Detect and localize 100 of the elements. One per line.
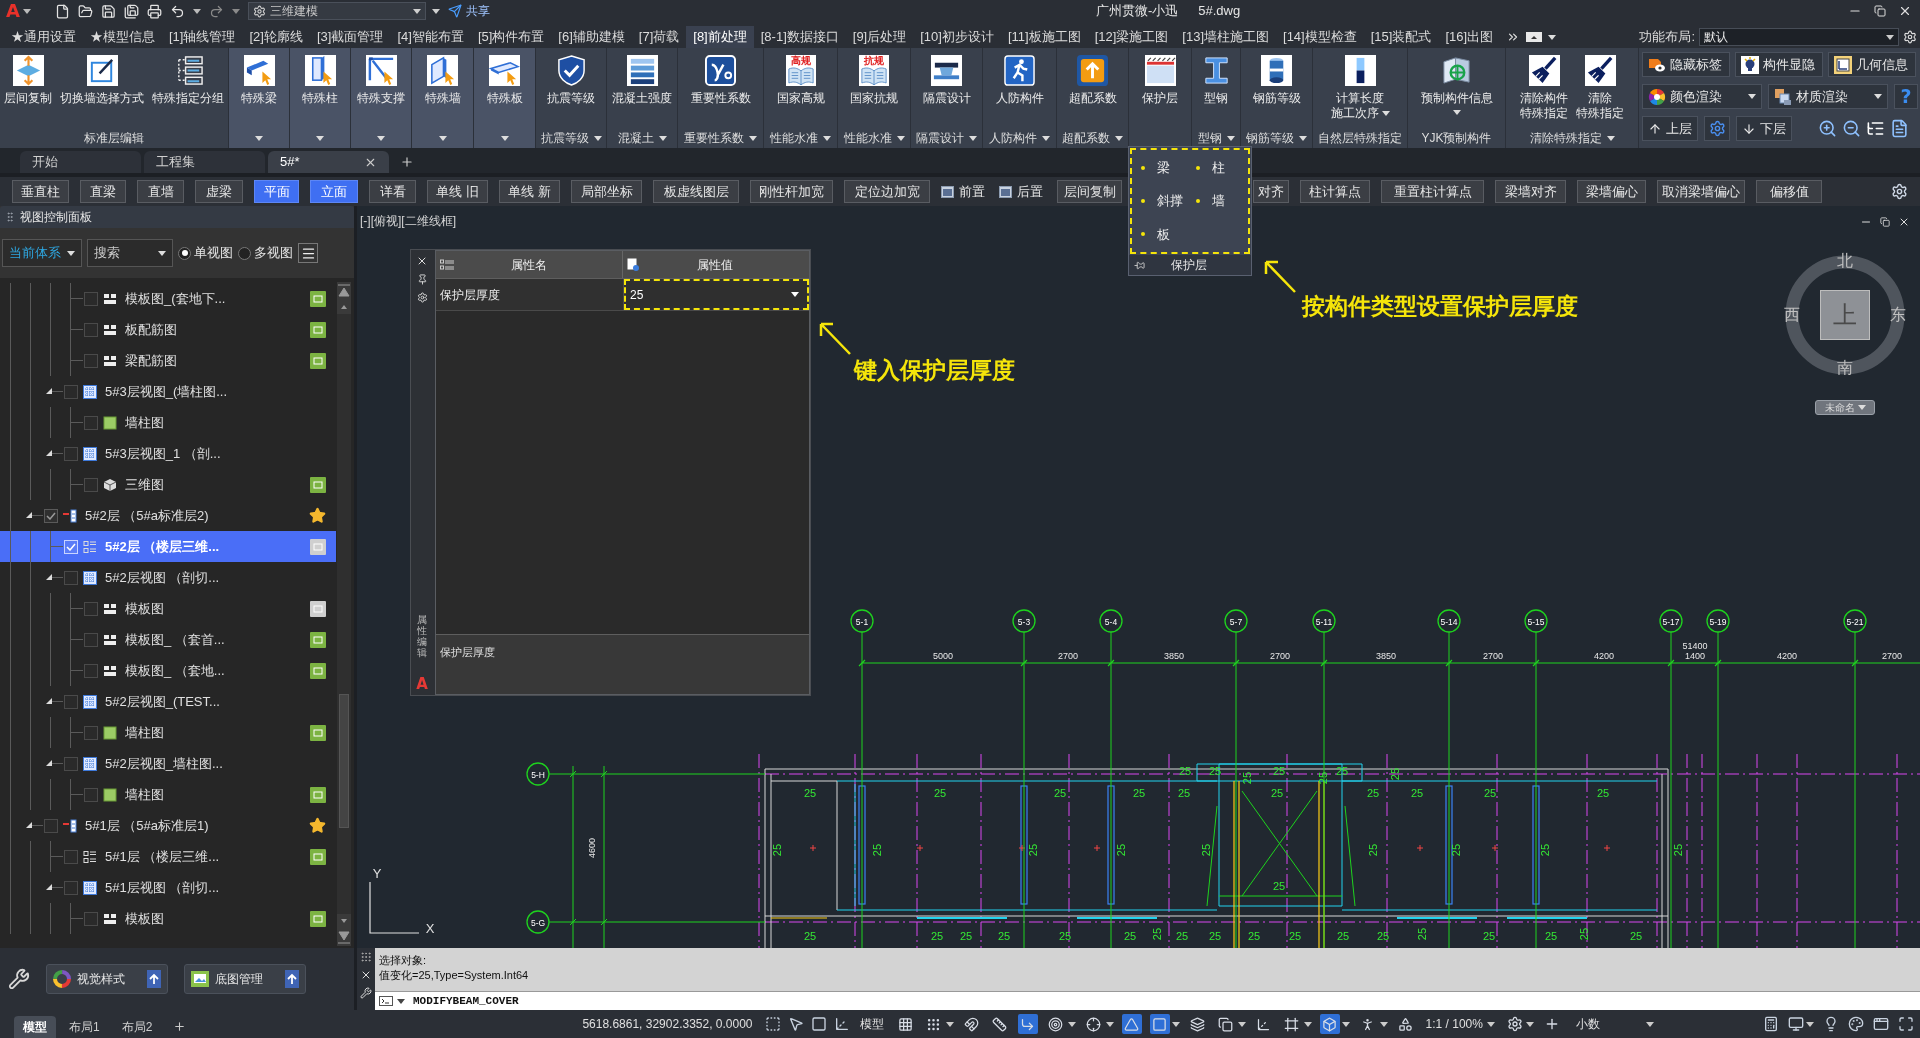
monitor-icon[interactable] bbox=[1788, 1016, 1804, 1032]
group-menu-button[interactable]: 隔震设计 bbox=[916, 129, 977, 147]
toolbar-button[interactable]: 重置柱计算点 bbox=[1381, 180, 1484, 203]
layout-dropdown[interactable]: 默认 bbox=[1699, 28, 1899, 46]
ribbon-button[interactable]: 超配系数 bbox=[1068, 55, 1117, 106]
tree-list-icon[interactable] bbox=[1866, 119, 1885, 138]
ribbon-button[interactable]: 重要性系数 bbox=[690, 55, 751, 106]
tree-item[interactable]: 5#3层视图_(墙柱图... bbox=[0, 376, 336, 407]
compass-label[interactable]: 北 bbox=[1837, 252, 1853, 270]
ribbon-button[interactable]: 隔震设计 bbox=[922, 55, 971, 106]
checkbox[interactable] bbox=[84, 725, 98, 740]
toolbar-button[interactable]: 偏移值 bbox=[1756, 180, 1822, 203]
wrench-icon[interactable] bbox=[360, 987, 372, 999]
compass-label[interactable]: 西 bbox=[1784, 306, 1800, 324]
checkbox[interactable] bbox=[64, 570, 78, 585]
undo-icon[interactable] bbox=[169, 3, 185, 19]
tree-item[interactable]: 5#1层视图 （剖切... bbox=[0, 872, 336, 903]
palette-icon[interactable] bbox=[1848, 1016, 1864, 1032]
tree-item[interactable]: 5#2层视图 （剖切... bbox=[0, 562, 336, 593]
menu-tab[interactable]: [8]前处理 bbox=[686, 26, 754, 48]
save-icon[interactable] bbox=[100, 3, 116, 19]
tree-item[interactable]: 模板图 bbox=[0, 593, 336, 624]
panel-button[interactable]: 视觉样式 bbox=[46, 964, 168, 994]
drawing-canvas[interactable] bbox=[357, 206, 1920, 948]
units-dropdown[interactable]: 小数 bbox=[1575, 1015, 1654, 1033]
menu-tab[interactable]: [15]装配式 bbox=[1363, 26, 1439, 48]
scroll-down-button[interactable] bbox=[337, 914, 351, 928]
ribbon-button[interactable]: 切换墙选择方式 bbox=[60, 55, 144, 106]
ribbon-button[interactable]: 抗震等级 bbox=[547, 55, 595, 106]
group-menu-button[interactable]: 钢筋等级 bbox=[1246, 129, 1307, 147]
menu-tab[interactable]: [4]智能布置 bbox=[390, 26, 471, 48]
plus-icon[interactable] bbox=[400, 155, 414, 169]
ribbon-button[interactable]: 预制构件信息 bbox=[1420, 55, 1493, 115]
group-menu-button[interactable]: 清除特殊指定 bbox=[1529, 129, 1615, 147]
dashed-square-icon[interactable] bbox=[764, 1016, 781, 1032]
floor-up-button[interactable]: 上层 bbox=[1642, 116, 1698, 141]
close-icon[interactable] bbox=[416, 255, 428, 267]
ribbon-button[interactable]: 特殊指定分组 bbox=[152, 55, 224, 106]
compass-ring[interactable] bbox=[1785, 255, 1905, 375]
checkbox[interactable] bbox=[84, 415, 98, 430]
menu-tab[interactable]: [2]轮廓线 bbox=[242, 26, 310, 48]
toolbar-button[interactable]: 详看 bbox=[369, 180, 416, 203]
zoom-in-icon[interactable] bbox=[1818, 119, 1837, 138]
menu-tab[interactable]: [13]墙柱施工图 bbox=[1175, 26, 1276, 48]
redo-icon[interactable] bbox=[208, 3, 224, 19]
expand-triangle-icon[interactable] bbox=[46, 450, 52, 456]
checkbox[interactable] bbox=[64, 446, 78, 461]
ribbon-button[interactable]: 钢筋等级 bbox=[1252, 55, 1301, 106]
checkbox[interactable] bbox=[64, 384, 78, 399]
toolbar-toggle[interactable]: 后置 bbox=[999, 180, 1046, 203]
panel-toggle-icon[interactable] bbox=[1526, 32, 1543, 42]
workspace-dropdown[interactable]: 三维建模 bbox=[247, 2, 426, 20]
group-menu-button[interactable]: 超配系数 bbox=[1062, 129, 1123, 147]
scroll-thumb[interactable] bbox=[339, 694, 349, 828]
toolbar-button[interactable]: 垂直柱 bbox=[12, 180, 69, 203]
ribbon-button[interactable]: 特殊板 bbox=[486, 55, 523, 106]
tree-item[interactable]: 5#1层 （楼层三维... bbox=[0, 841, 336, 872]
menu-tab[interactable]: [1]轴线管理 bbox=[162, 26, 243, 48]
group-menu-button[interactable]: 人防构件 bbox=[989, 129, 1050, 147]
wrench-icon[interactable] bbox=[8, 968, 30, 990]
checkbox[interactable] bbox=[84, 291, 98, 306]
toolbar-button[interactable]: 梁墙对齐 bbox=[1495, 180, 1566, 203]
ribbon-button[interactable]: 计算长度 施工次序 bbox=[1330, 55, 1390, 121]
menu-tab[interactable]: [7]荷载 bbox=[631, 26, 687, 48]
tree-item[interactable]: 三维图 bbox=[0, 469, 336, 500]
expand-triangle-icon[interactable] bbox=[46, 574, 52, 580]
expand-triangle-icon[interactable] bbox=[26, 512, 32, 518]
menu-tab[interactable]: [16]出图 bbox=[1438, 26, 1501, 48]
ribbon-button[interactable]: 特殊支撑 bbox=[357, 55, 405, 106]
gear-icon[interactable] bbox=[1903, 30, 1917, 44]
menu-tab[interactable]: [8-1]数据接口 bbox=[753, 26, 846, 48]
toolbar-button[interactable]: 取消梁墙偏心 bbox=[1657, 180, 1745, 203]
group-menu-button[interactable]: 重要性系数 bbox=[684, 129, 757, 147]
checkbox[interactable] bbox=[64, 694, 78, 709]
menu-item[interactable]: 板 bbox=[1141, 217, 1196, 251]
tree-item[interactable]: 5#1层 （5#a标准层1) bbox=[0, 810, 336, 841]
scroll-down-button[interactable] bbox=[337, 928, 351, 946]
status-toggle[interactable] bbox=[1319, 1014, 1340, 1034]
tree-item[interactable]: 梁配筋图 bbox=[0, 345, 336, 376]
zoom-out-icon[interactable] bbox=[1842, 119, 1861, 138]
menu-item[interactable]: 柱 bbox=[1196, 151, 1251, 185]
scroll-up-button[interactable] bbox=[337, 282, 351, 300]
toolbar-button[interactable]: 直墙 bbox=[137, 180, 184, 203]
menu-item[interactable]: 斜撑 bbox=[1141, 184, 1196, 218]
render-dropdown[interactable]: 材质渲染 bbox=[1768, 84, 1888, 109]
checkbox[interactable] bbox=[84, 322, 98, 337]
toolbar-button[interactable]: 定位边加宽 bbox=[844, 180, 930, 203]
menu-item[interactable]: 墙 bbox=[1196, 184, 1251, 218]
document-tab[interactable]: 工程集 bbox=[144, 151, 265, 173]
toolbar-toggle[interactable]: 前置 bbox=[941, 180, 988, 203]
ribbon-button[interactable]: 抗规 国家抗规 bbox=[850, 55, 898, 106]
ribbon-button[interactable]: 清除构件 特殊指定 bbox=[1520, 55, 1568, 121]
checkbox[interactable] bbox=[84, 632, 98, 647]
menu-tab[interactable]: ★通用设置 bbox=[4, 26, 83, 48]
toolbar-button[interactable]: 直梁 bbox=[80, 180, 126, 203]
help-button[interactable]: ? bbox=[1894, 84, 1918, 109]
menu-button[interactable] bbox=[298, 243, 318, 263]
expand-triangle-icon[interactable] bbox=[26, 822, 32, 828]
tree-item[interactable]: 墙柱图 bbox=[0, 717, 336, 748]
restore-icon[interactable] bbox=[1874, 5, 1886, 17]
